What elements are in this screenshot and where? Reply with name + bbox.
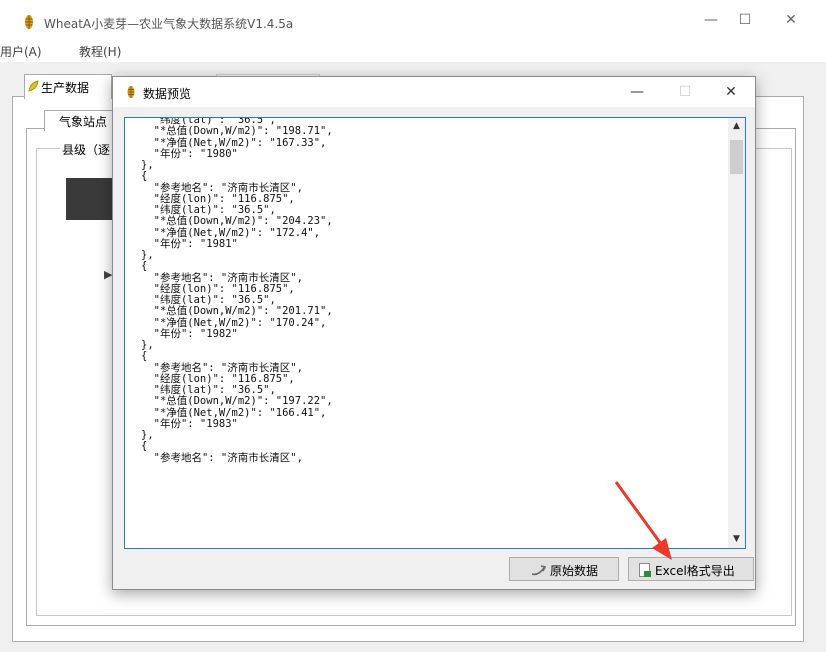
scroll-thumb[interactable] bbox=[730, 140, 743, 174]
dialog-title: 数据预览 bbox=[143, 87, 192, 101]
tab-station[interactable]: 气象站点 bbox=[44, 110, 118, 131]
excel-export-button[interactable]: Excel格式导出 bbox=[628, 557, 754, 581]
tab-station-label: 气象站点 bbox=[59, 115, 108, 129]
menu-bar: 用户(A) 教程(H) bbox=[0, 40, 826, 62]
dialog-close-button[interactable]: ✕ bbox=[709, 77, 753, 107]
dialog-minimize-button[interactable]: — bbox=[615, 77, 659, 107]
raw-data-label: 原始数据 bbox=[550, 564, 599, 578]
window-title: WheatA小麦芽—农业气象大数据系统V1.4.5a bbox=[44, 17, 294, 31]
menu-tutorial[interactable]: 教程(H) bbox=[79, 43, 121, 60]
map-thumbnail bbox=[66, 178, 116, 220]
scroll-up-arrow-icon[interactable]: ▲ bbox=[728, 118, 745, 135]
wheat-icon bbox=[127, 86, 135, 98]
tab-production[interactable]: 生产数据 bbox=[24, 74, 112, 99]
json-preview-textarea[interactable]: "纬度(lat)": "36.5", "*总值(Down,W/m2)": "19… bbox=[124, 117, 746, 549]
close-button[interactable]: ✕ bbox=[768, 0, 814, 40]
maximize-button[interactable]: ☐ bbox=[722, 0, 768, 40]
data-preview-dialog: 数据预览 — ☐ ✕ "纬度(lat)": "36.5", "*总值(Down,… bbox=[112, 76, 756, 590]
json-text-viewport: "纬度(lat)": "36.5", "*总值(Down,W/m2)": "19… bbox=[125, 118, 727, 548]
excel-file-icon bbox=[639, 563, 651, 577]
title-bar: WheatA小麦芽—农业气象大数据系统V1.4.5a — ☐ ✕ bbox=[0, 0, 826, 40]
excel-export-label: Excel格式导出 bbox=[655, 564, 735, 578]
wheat-icon bbox=[25, 15, 33, 29]
vertical-scrollbar[interactable]: ▲ ▼ bbox=[728, 118, 745, 548]
menu-user[interactable]: 用户(A) bbox=[0, 43, 42, 60]
corn-icon bbox=[28, 80, 39, 92]
json-text: "纬度(lat)": "36.5", "*总值(Down,W/m2)": "19… bbox=[141, 118, 333, 464]
scroll-down-arrow-icon[interactable]: ▼ bbox=[728, 531, 745, 548]
county-group-label: 县级（逐 bbox=[60, 141, 113, 158]
export-arrow-icon bbox=[531, 565, 546, 576]
dialog-title-bar: 数据预览 — ☐ ✕ bbox=[113, 77, 755, 107]
tab-production-label: 生产数据 bbox=[41, 81, 90, 95]
dialog-maximize-button[interactable]: ☐ bbox=[663, 77, 707, 107]
raw-data-button[interactable]: 原始数据 bbox=[509, 557, 619, 581]
